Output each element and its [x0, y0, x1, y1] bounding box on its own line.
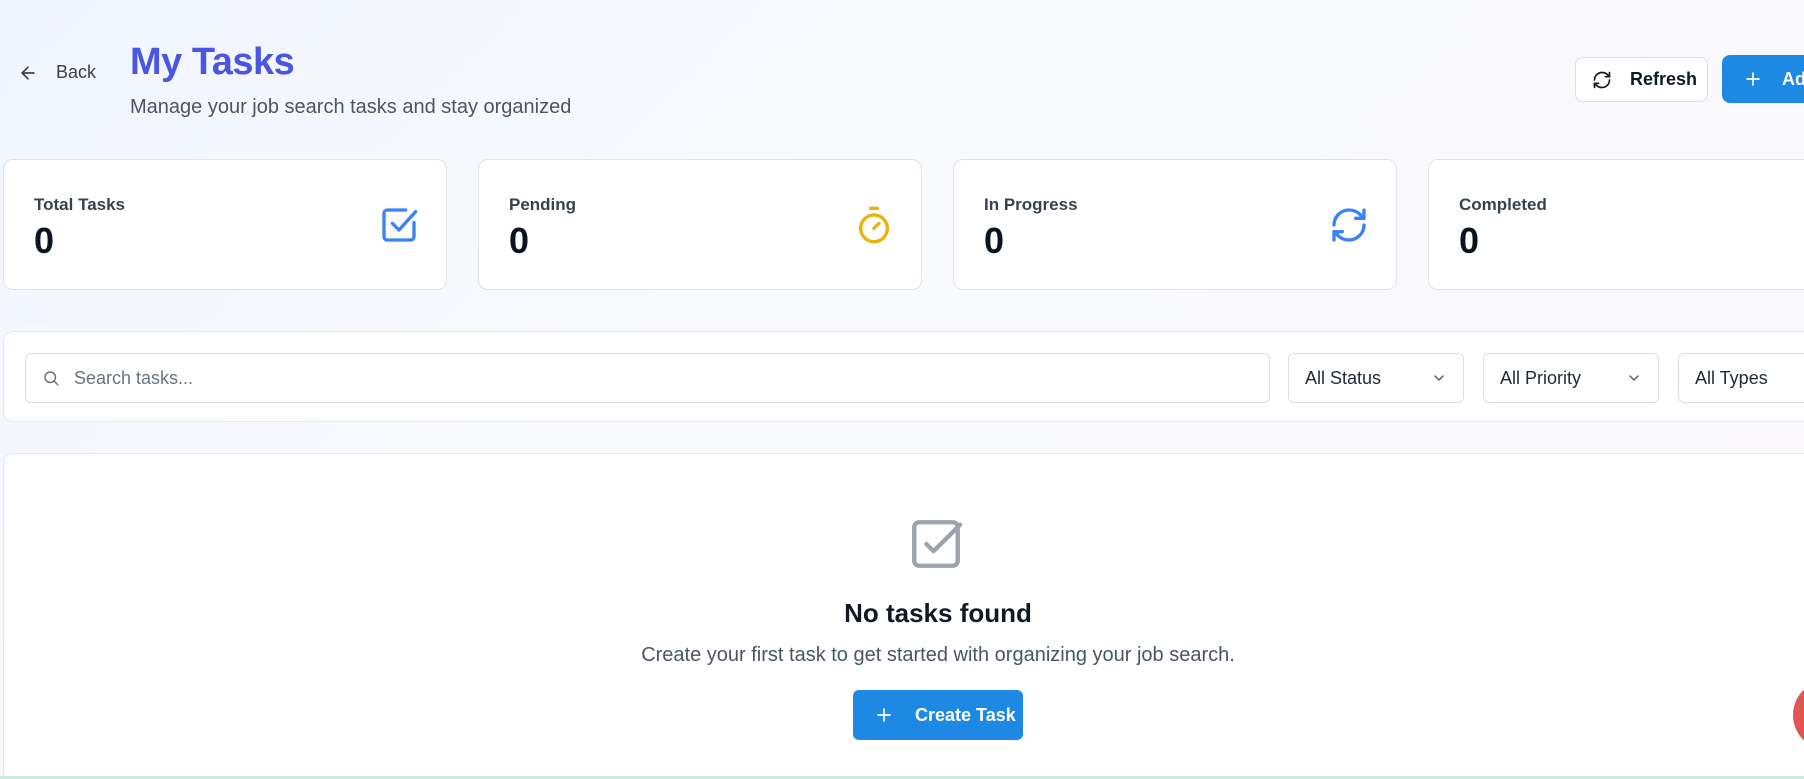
- empty-state-title: No tasks found: [844, 598, 1032, 628]
- priority-select-value: All Priority: [1500, 367, 1582, 388]
- checkbox-icon: [912, 520, 963, 568]
- stopwatch-icon: [859, 206, 889, 244]
- stat-value: 0: [509, 220, 530, 261]
- stat-card-total: Total Tasks 0: [3, 159, 447, 290]
- stat-card-completed: Completed 0: [1428, 159, 1804, 290]
- create-task-label: Create Task: [915, 704, 1016, 725]
- stat-value: 0: [984, 220, 1005, 261]
- chevron-down-icon: [1434, 375, 1444, 381]
- stat-card-pending: Pending 0: [478, 159, 922, 290]
- page-header: My Tasks Manage your job search tasks an…: [130, 40, 571, 119]
- status-select[interactable]: All Status: [1288, 353, 1464, 403]
- empty-state-description: Create your first task to get started wi…: [641, 644, 1235, 666]
- page-title: My Tasks: [130, 41, 295, 83]
- status-select-value: All Status: [1305, 367, 1382, 388]
- refresh-button[interactable]: Refresh: [1575, 57, 1708, 102]
- arrow-left-icon: [21, 65, 35, 80]
- stat-value: 0: [34, 220, 55, 261]
- add-task-button[interactable]: Ad: [1722, 55, 1804, 103]
- filter-bar: All Status All Priority All Types: [3, 331, 1804, 422]
- plus-icon: [1746, 72, 1760, 86]
- checkbox-icon: [382, 208, 418, 242]
- stat-label: Total Tasks: [34, 195, 126, 214]
- back-label: Back: [56, 62, 97, 82]
- stat-value: 0: [1459, 220, 1480, 261]
- stat-label: In Progress: [984, 195, 1078, 214]
- stat-card-in-progress: In Progress 0: [953, 159, 1397, 290]
- page-subtitle: Manage your job search tasks and stay or…: [130, 96, 572, 118]
- search-box[interactable]: [25, 353, 1270, 403]
- refresh-icon: [1332, 208, 1366, 242]
- search-icon: [44, 371, 59, 386]
- create-task-button[interactable]: Create Task: [853, 690, 1023, 740]
- stat-label: Pending: [509, 195, 577, 214]
- stat-label: Completed: [1459, 195, 1547, 214]
- type-select[interactable]: All Types: [1678, 353, 1804, 403]
- chevron-down-icon: [1629, 375, 1639, 381]
- add-task-label: Ad: [1782, 68, 1804, 89]
- plus-icon: [877, 708, 891, 722]
- refresh-label: Refresh: [1630, 69, 1698, 89]
- refresh-icon: [1593, 71, 1611, 88]
- back-button[interactable]: Back: [18, 62, 96, 83]
- search-input[interactable]: [74, 367, 1269, 389]
- priority-select[interactable]: All Priority: [1483, 353, 1659, 403]
- type-select-value: All Types: [1695, 367, 1768, 388]
